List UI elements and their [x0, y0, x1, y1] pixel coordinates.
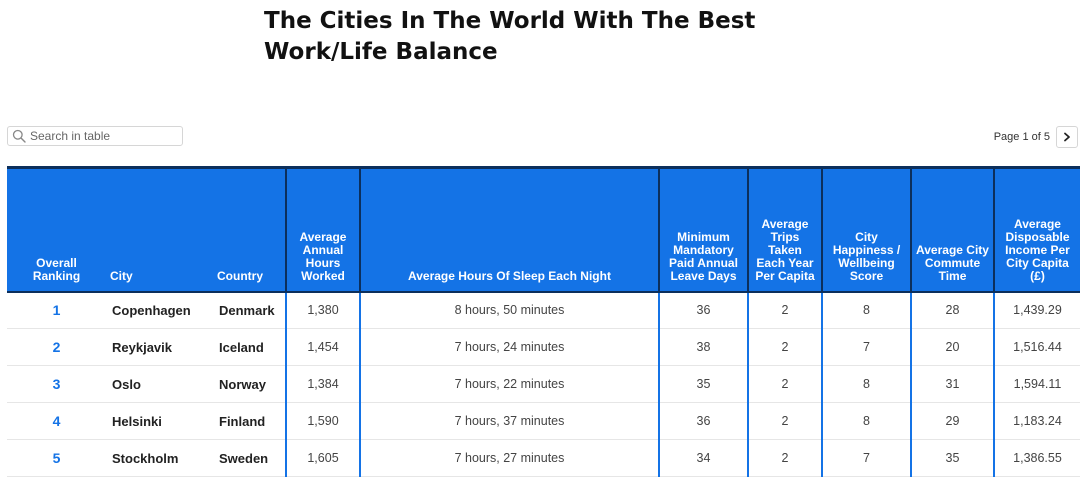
happiness-cell: 7: [821, 328, 911, 366]
country-cell: Sweden: [213, 439, 286, 477]
column-header-city[interactable]: City: [106, 166, 213, 293]
chevron-right-icon: [1064, 132, 1070, 142]
happiness-cell: 8: [821, 291, 911, 329]
table-row: 4 Helsinki Finland 1,590 7 hours, 37 min…: [7, 402, 1080, 440]
happiness-cell: 8: [821, 365, 911, 403]
leave-cell: 34: [658, 439, 748, 477]
city-cell: Helsinki: [106, 402, 213, 440]
country-cell: Denmark: [213, 291, 286, 329]
income-cell: 1,183.24: [993, 402, 1080, 440]
trips-cell: 2: [747, 291, 822, 329]
income-cell: 1,439.29: [993, 291, 1080, 329]
city-cell: Stockholm: [106, 439, 213, 477]
rank-cell: 3: [7, 365, 106, 403]
hours-cell: 1,384: [285, 365, 360, 403]
hours-cell: 1,454: [285, 328, 360, 366]
next-page-button[interactable]: [1056, 126, 1078, 148]
sleep-cell: 7 hours, 22 minutes: [359, 365, 659, 403]
commute-cell: 29: [910, 402, 994, 440]
trips-cell: 2: [747, 328, 822, 366]
table-row: 1 Copenhagen Denmark 1,380 8 hours, 50 m…: [7, 291, 1080, 329]
rank-cell: 2: [7, 328, 106, 366]
city-cell: Oslo: [106, 365, 213, 403]
city-cell: Reykjavik: [106, 328, 213, 366]
rank-cell: 4: [7, 402, 106, 440]
commute-cell: 31: [910, 365, 994, 403]
hours-cell: 1,605: [285, 439, 360, 477]
table-row: 3 Oslo Norway 1,384 7 hours, 22 minutes …: [7, 365, 1080, 403]
trips-cell: 2: [747, 365, 822, 403]
column-header-happiness[interactable]: City Happiness / Wellbeing Score: [821, 166, 911, 293]
income-cell: 1,386.55: [993, 439, 1080, 477]
data-table: Overall Ranking City Country Average Ann…: [7, 166, 1080, 477]
pagination: Page 1 of 5: [994, 126, 1078, 148]
leave-cell: 36: [658, 291, 748, 329]
leave-cell: 36: [658, 402, 748, 440]
country-cell: Iceland: [213, 328, 286, 366]
rank-cell: 5: [7, 439, 106, 477]
leave-cell: 38: [658, 328, 748, 366]
page-indicator: Page 1 of 5: [993, 131, 1050, 143]
country-cell: Norway: [213, 365, 286, 403]
hours-cell: 1,380: [285, 291, 360, 329]
happiness-cell: 8: [821, 402, 911, 440]
column-header-annual-hours[interactable]: Average Annual Hours Worked: [285, 166, 360, 293]
column-header-trips[interactable]: Average Trips Taken Each Year Per Capita: [747, 166, 822, 293]
commute-cell: 20: [910, 328, 994, 366]
commute-cell: 28: [910, 291, 994, 329]
income-cell: 1,516.44: [993, 328, 1080, 366]
column-header-commute[interactable]: Average City Commute Time: [910, 166, 994, 293]
column-header-income[interactable]: Average Disposable Income Per City Capit…: [993, 166, 1080, 293]
table-header-row: Overall Ranking City Country Average Ann…: [7, 166, 1080, 293]
table-row: 5 Stockholm Sweden 1,605 7 hours, 27 min…: [7, 439, 1080, 477]
search-box[interactable]: [7, 126, 183, 146]
country-cell: Finland: [213, 402, 286, 440]
search-input[interactable]: [30, 129, 180, 143]
search-icon: [12, 129, 26, 143]
column-header-country[interactable]: Country: [213, 166, 286, 293]
trips-cell: 2: [747, 402, 822, 440]
leave-cell: 35: [658, 365, 748, 403]
city-cell: Copenhagen: [106, 291, 213, 329]
sleep-cell: 7 hours, 27 minutes: [359, 439, 659, 477]
income-cell: 1,594.11: [993, 365, 1080, 403]
hours-cell: 1,590: [285, 402, 360, 440]
page-title: The Cities In The World With The Best Wo…: [264, 8, 756, 65]
commute-cell: 35: [910, 439, 994, 477]
column-header-sleep[interactable]: Average Hours Of Sleep Each Night: [359, 166, 659, 293]
column-header-leave-days[interactable]: Minimum Mandatory Paid Annual Leave Days: [658, 166, 748, 293]
rank-cell: 1: [7, 291, 106, 329]
trips-cell: 2: [747, 439, 822, 477]
happiness-cell: 7: [821, 439, 911, 477]
sleep-cell: 8 hours, 50 minutes: [359, 291, 659, 329]
column-header-overall-ranking[interactable]: Overall Ranking: [7, 166, 106, 293]
sleep-cell: 7 hours, 24 minutes: [359, 328, 659, 366]
sleep-cell: 7 hours, 37 minutes: [359, 402, 659, 440]
table-row: 2 Reykjavik Iceland 1,454 7 hours, 24 mi…: [7, 328, 1080, 366]
